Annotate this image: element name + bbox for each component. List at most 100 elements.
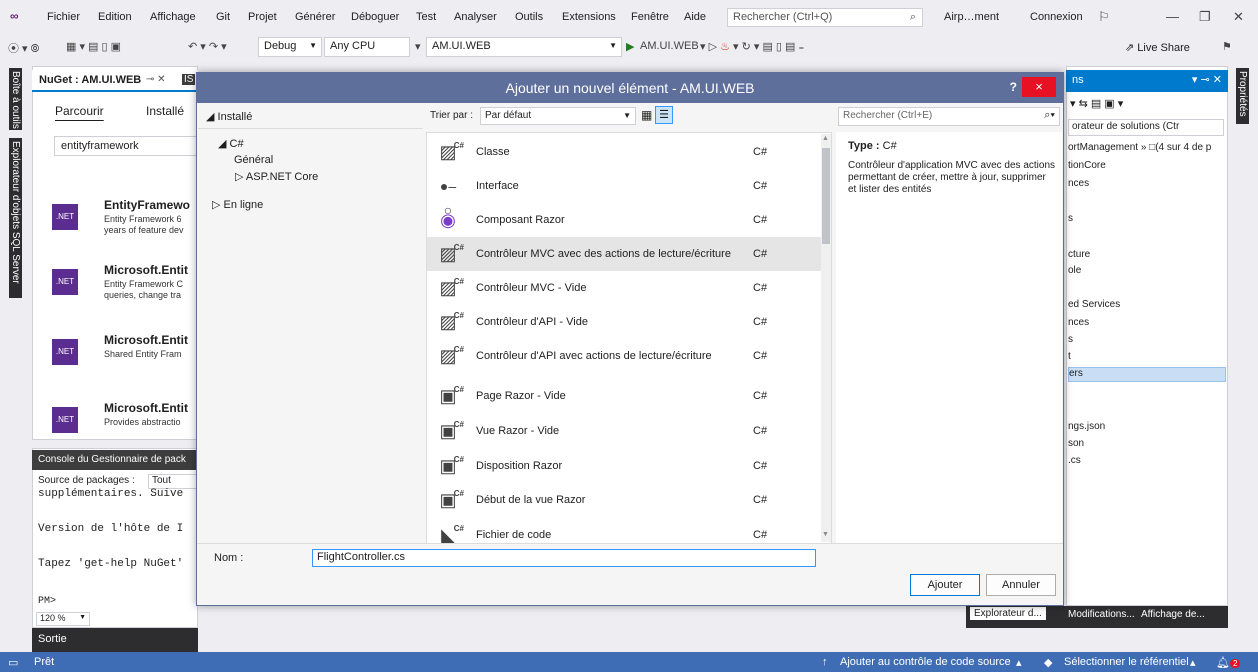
config-select[interactable]: Debug ▼: [258, 37, 322, 57]
add-button[interactable]: Ajouter: [910, 574, 980, 596]
solution-tree-item[interactable]: cture: [1068, 249, 1226, 260]
sort-select[interactable]: Par défaut ▼: [480, 107, 636, 125]
run-icon[interactable]: ▶: [626, 40, 634, 53]
toolbox-tab[interactable]: Boîte à outils: [9, 68, 22, 130]
package-item[interactable]: .NET EntityFramewo Entity Framework 6 yea…: [32, 190, 198, 252]
package-search-input[interactable]: entityframework: [54, 136, 198, 156]
solution-tree-item-selected[interactable]: ers: [1068, 367, 1226, 382]
solution-tree-item[interactable]: s: [1068, 334, 1226, 345]
tree-item-aspnet-core[interactable]: ▷ ASP.NET Core: [235, 170, 318, 183]
solution-tree-item[interactable]: s: [1068, 213, 1226, 224]
menu-deboguer[interactable]: Déboguer: [351, 11, 399, 23]
hot-reload-icon[interactable]: ♨: [720, 41, 730, 53]
sql-object-explorer-tab[interactable]: Explorateur d'objets SQL Server: [9, 138, 22, 298]
package-item[interactable]: .NET Microsoft.Entit Shared Entity Fram: [32, 325, 198, 387]
scroll-up-icon[interactable]: ▲: [822, 135, 829, 142]
add-source-control-button[interactable]: Ajouter au contrôle de code source: [840, 656, 1011, 668]
tab-git-changes[interactable]: Modifications...: [1068, 609, 1135, 620]
tab-class-view[interactable]: Affichage de...: [1141, 609, 1205, 620]
solution-tree-item[interactable]: ed Services: [1068, 299, 1226, 310]
tree-item-general[interactable]: Général: [234, 154, 273, 166]
tree-item-csharp[interactable]: ◢ C#: [218, 137, 244, 150]
template-item[interactable]: ▨ C# Classe C#: [427, 135, 821, 169]
grid-view-icon[interactable]: ▦: [641, 108, 652, 122]
template-item-selected[interactable]: ▨ C# Contrôleur MVC avec des actions de le…: [427, 237, 821, 271]
solution-tree-item[interactable]: nces: [1068, 178, 1226, 189]
cancel-button[interactable]: Annuler: [986, 574, 1056, 596]
template-item[interactable]: ◣ C# Fichier de code C#: [427, 518, 821, 544]
window-close-icon[interactable]: ✕: [1233, 9, 1244, 25]
select-repository-button[interactable]: Sélectionner le référentiel: [1064, 656, 1189, 668]
menu-generer[interactable]: Générer: [295, 11, 335, 23]
menu-test[interactable]: Test: [416, 11, 436, 23]
output-tab[interactable]: Sortie: [32, 628, 198, 652]
menu-aide[interactable]: Aide: [684, 11, 706, 23]
package-source-select[interactable]: Tout: [148, 474, 198, 489]
solution-tree-item[interactable]: .cs: [1068, 455, 1226, 466]
scrollbar-thumb[interactable]: [822, 148, 830, 244]
template-item[interactable]: ▨ C# Contrôleur d'API - Vide C#: [427, 305, 821, 339]
menu-fenetre[interactable]: Fenêtre: [631, 11, 669, 23]
menu-affichage[interactable]: Affichage: [150, 11, 196, 23]
solution-toolbar-icons[interactable]: ▾ ⇆ ▤ ▣ ▾: [1070, 97, 1123, 110]
tab-solution-explorer[interactable]: Explorateur d...: [970, 607, 1046, 620]
tree-item-online[interactable]: ▷ En ligne: [212, 198, 263, 211]
tab-installe[interactable]: Installé: [146, 104, 184, 118]
solution-tree-item[interactable]: ngs.json: [1068, 421, 1226, 432]
new-file-icon[interactable]: ▦ ▾ ▤ ▯ ▣: [66, 40, 121, 53]
template-item[interactable]: ▣ C# Page Razor - Vide C#: [427, 379, 821, 413]
template-item[interactable]: ◉ Composant Razor C#: [427, 203, 821, 237]
menu-extensions[interactable]: Extensions: [562, 11, 616, 23]
solution-tree-item[interactable]: son: [1068, 438, 1226, 449]
connexion-link[interactable]: Connexion: [1030, 11, 1083, 23]
menu-outils[interactable]: Outils: [515, 11, 543, 23]
console-prompt[interactable]: PM>: [38, 596, 56, 607]
live-share-button[interactable]: ⇗ Live Share: [1125, 41, 1190, 54]
scroll-down-icon[interactable]: ▼: [822, 531, 829, 538]
template-item[interactable]: ▨ C# Contrôleur MVC - Vide C#: [427, 271, 821, 305]
solution-tree-item[interactable]: ole: [1068, 265, 1226, 276]
template-item[interactable]: ●–○ Interface C#: [427, 169, 821, 218]
run-target[interactable]: AM.UI.WEB: [640, 40, 699, 52]
solution-search-input[interactable]: orateur de solutions (Ctr: [1068, 119, 1224, 136]
menu-analyser[interactable]: Analyser: [454, 11, 497, 23]
nav-back-icon[interactable]: ⦿ ▾ ⦾: [8, 40, 39, 56]
template-item[interactable]: ▣ C# Début de la vue Razor C#: [427, 483, 821, 517]
menu-git[interactable]: Git: [216, 11, 230, 23]
tab-parcourir[interactable]: Parcourir: [55, 104, 104, 118]
startup-project-select[interactable]: AM.UI.WEB ▼: [426, 37, 622, 57]
template-item[interactable]: ▣ C# Vue Razor - Vide C#: [427, 414, 821, 448]
account-icon[interactable]: ⚐: [1098, 9, 1110, 25]
solution-tree-item[interactable]: t: [1068, 351, 1226, 362]
package-item[interactable]: .NET Microsoft.Entit Entity Framework Cq…: [32, 255, 198, 317]
solution-tree-item[interactable]: nces: [1068, 317, 1226, 328]
list-view-icon[interactable]: ☰: [655, 106, 673, 124]
template-item[interactable]: ▣ C# Disposition Razor C#: [427, 449, 821, 483]
panel-pin-close-icon[interactable]: ▾ ⊸ ✕: [1192, 73, 1222, 86]
notifications-bell-icon[interactable]: 🔔︎: [1216, 656, 1230, 669]
zoom-select[interactable]: 120 % ▼: [36, 612, 90, 626]
minimize-icon[interactable]: —: [1166, 9, 1179, 24]
file-name-input[interactable]: FlightController.cs: [312, 549, 816, 567]
platform-select[interactable]: Any CPU: [324, 37, 410, 57]
feedback-icon[interactable]: ⚑: [1222, 40, 1232, 53]
solution-tree-item[interactable]: tionCore: [1068, 160, 1226, 171]
tab-next[interactable]: IS: [182, 74, 196, 85]
tab-nuget[interactable]: NuGet : AM.UI.WEB ⊸ ✕ IS: [32, 70, 198, 92]
dialog-close-button[interactable]: ×: [1022, 77, 1056, 97]
menu-edition[interactable]: Edition: [98, 11, 132, 23]
dropdown-icon[interactable]: ▾: [415, 40, 421, 53]
tree-item-installed[interactable]: ◢ Installé: [206, 110, 252, 123]
undo-icon[interactable]: ↶ ▾ ↷ ▾: [188, 40, 227, 53]
dialog-help-button[interactable]: ?: [1010, 80, 1017, 94]
maximize-icon[interactable]: ❐: [1199, 9, 1211, 25]
pin-icon[interactable]: ⊸ ✕: [146, 74, 166, 85]
template-search-input[interactable]: Rechercher (Ctrl+E) ⌕▾: [838, 107, 1060, 126]
menu-projet[interactable]: Projet: [248, 11, 277, 23]
solution-tree-item[interactable]: ortManagement » □(4 sur 4 de p: [1068, 142, 1226, 153]
template-item[interactable]: ▨ C# Contrôleur d'API avec actions de lect…: [427, 339, 821, 373]
debug-toolbar-icons[interactable]: ▾ ▷ ♨ ▾ ↻ ▾ ▤ ▯ ▤ ₌: [700, 40, 804, 53]
package-item[interactable]: .NET Microsoft.Entit Provides abstractio: [32, 393, 198, 439]
menu-fichier[interactable]: Fichier: [47, 11, 80, 23]
global-search-input[interactable]: Rechercher (Ctrl+Q) ⌕: [727, 8, 923, 27]
